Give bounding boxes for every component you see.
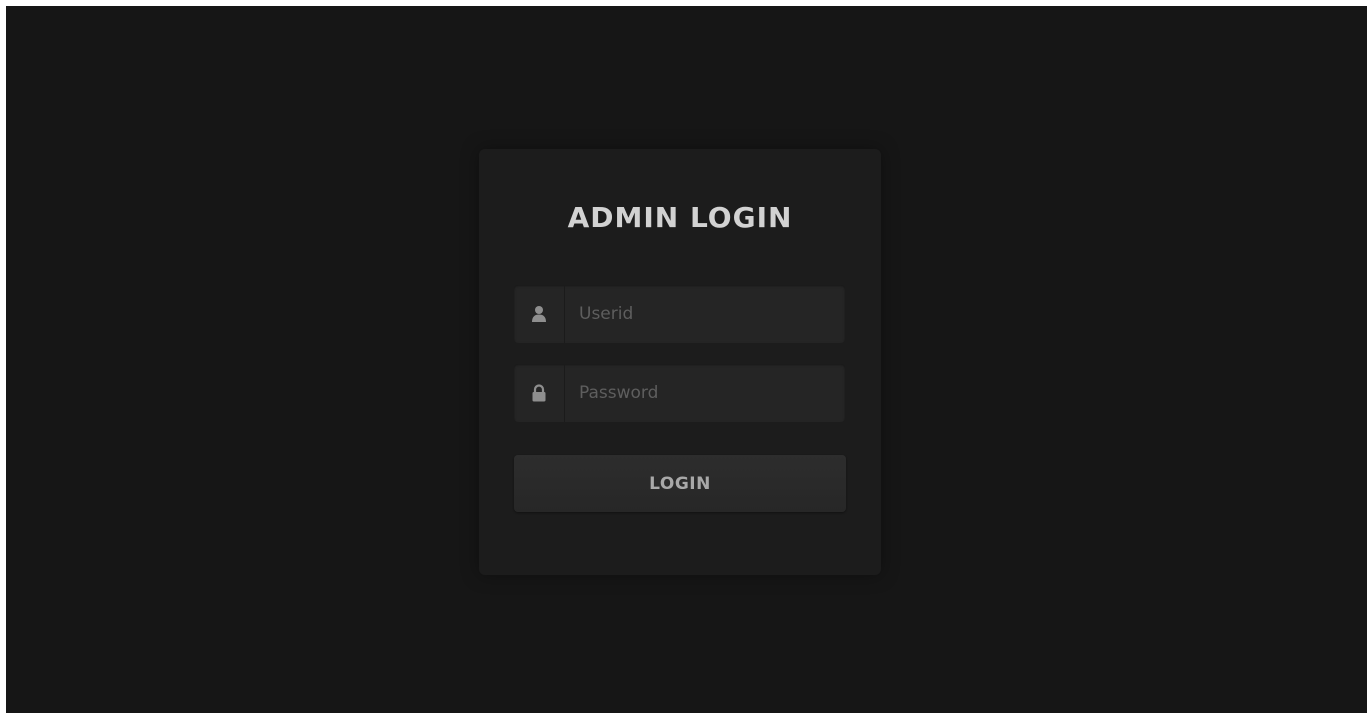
- login-button[interactable]: LOGIN: [514, 455, 846, 512]
- user-icon: [514, 285, 565, 343]
- password-field[interactable]: [514, 364, 845, 422]
- userid-field[interactable]: [514, 285, 845, 343]
- login-card: ADMIN LOGIN LOGIN: [479, 149, 881, 575]
- login-screen: ADMIN LOGIN LOGIN: [6, 6, 1367, 713]
- password-input[interactable]: [565, 364, 845, 422]
- userid-input[interactable]: [565, 285, 845, 343]
- page-title: ADMIN LOGIN: [567, 201, 793, 234]
- lock-icon: [514, 364, 565, 422]
